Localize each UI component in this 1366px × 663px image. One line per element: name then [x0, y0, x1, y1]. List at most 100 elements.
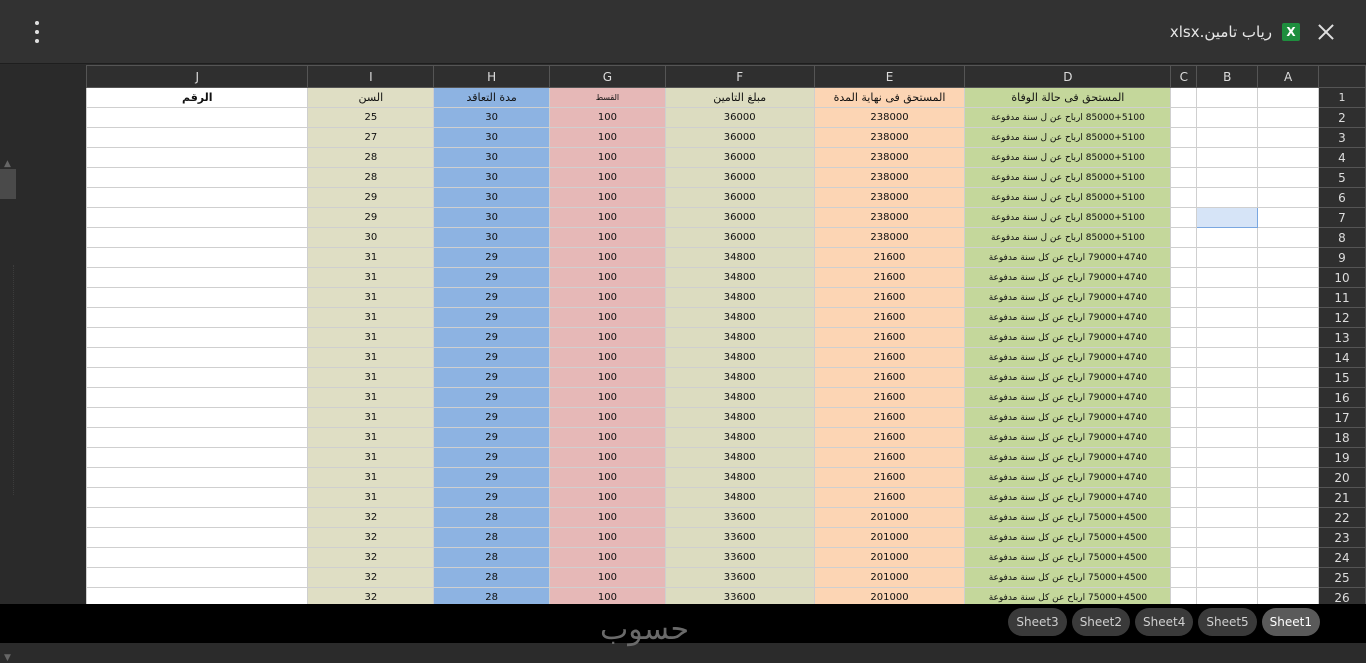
- cell-G23[interactable]: 100: [549, 527, 666, 548]
- cell-F3[interactable]: 36000: [664, 127, 815, 148]
- cell-I20[interactable]: 31: [307, 467, 435, 488]
- cell-E19[interactable]: 21600: [813, 447, 966, 468]
- cell-J6[interactable]: [86, 187, 309, 208]
- cell-C11[interactable]: [1170, 287, 1198, 308]
- cell-C5[interactable]: [1170, 167, 1198, 188]
- cell-J3[interactable]: [86, 127, 309, 148]
- cell-C12[interactable]: [1170, 307, 1198, 328]
- row-header[interactable]: 17: [1318, 407, 1366, 428]
- cell-A9[interactable]: [1257, 247, 1319, 268]
- cell-A26[interactable]: [1257, 587, 1319, 604]
- cell-F6[interactable]: 36000: [664, 187, 815, 208]
- cell-D7[interactable]: 85000+5100 ارباح عن ل سنة مدفوعة: [964, 207, 1172, 228]
- cell-J9[interactable]: [86, 247, 309, 268]
- cell-H15[interactable]: 29: [433, 367, 551, 388]
- cell-G22[interactable]: 100: [549, 507, 666, 528]
- cell-G19[interactable]: 100: [549, 447, 666, 468]
- cell-C23[interactable]: [1170, 527, 1198, 548]
- cell-G20[interactable]: 100: [549, 467, 666, 488]
- cell-F13[interactable]: 34800: [664, 327, 815, 348]
- cell-G12[interactable]: 100: [549, 307, 666, 328]
- cell-C17[interactable]: [1170, 407, 1198, 428]
- row-header[interactable]: 3: [1318, 127, 1366, 148]
- cell-H19[interactable]: 29: [433, 447, 551, 468]
- cell-D8[interactable]: 85000+5100 ارباح عن ل سنة مدفوعة: [964, 227, 1172, 248]
- row-header[interactable]: 15: [1318, 367, 1366, 388]
- cell-J16[interactable]: [86, 387, 309, 408]
- cell-B11[interactable]: [1196, 287, 1259, 308]
- cell-A6[interactable]: [1257, 187, 1319, 208]
- cell-G2[interactable]: 100: [549, 107, 666, 128]
- cell-A5[interactable]: [1257, 167, 1319, 188]
- cell-F7[interactable]: 36000: [664, 207, 815, 228]
- cell-D11[interactable]: 79000+4740 ارباح عن كل سنة مدفوعة: [964, 287, 1172, 308]
- cell-I7[interactable]: 29: [307, 207, 435, 228]
- cell-E9[interactable]: 21600: [813, 247, 966, 268]
- column-header-E[interactable]: E: [813, 65, 966, 88]
- cell-G17[interactable]: 100: [549, 407, 666, 428]
- cell-C16[interactable]: [1170, 387, 1198, 408]
- cell-I4[interactable]: 28: [307, 147, 435, 168]
- cell-C7[interactable]: [1170, 207, 1198, 228]
- cell-B6[interactable]: [1196, 187, 1259, 208]
- cell-F10[interactable]: 34800: [664, 267, 815, 288]
- cell-I15[interactable]: 31: [307, 367, 435, 388]
- row-header[interactable]: 26: [1318, 587, 1366, 604]
- cell-C14[interactable]: [1170, 347, 1198, 368]
- cell-G21[interactable]: 100: [549, 487, 666, 508]
- cell-E1[interactable]: المستحق فى نهاية المدة: [813, 87, 966, 108]
- cell-H4[interactable]: 30: [433, 147, 551, 168]
- cell-G24[interactable]: 100: [549, 547, 666, 568]
- corner-cell[interactable]: [1318, 65, 1366, 88]
- cell-G25[interactable]: 100: [549, 567, 666, 588]
- cell-E23[interactable]: 201000: [813, 527, 966, 548]
- cell-H20[interactable]: 29: [433, 467, 551, 488]
- cell-A19[interactable]: [1257, 447, 1319, 468]
- cell-D5[interactable]: 85000+5100 ارباح عن ل سنة مدفوعة: [964, 167, 1172, 188]
- cell-H8[interactable]: 30: [433, 227, 551, 248]
- cell-H17[interactable]: 29: [433, 407, 551, 428]
- cell-J1[interactable]: الرقم: [86, 87, 309, 108]
- cell-J19[interactable]: [86, 447, 309, 468]
- cell-G7[interactable]: 100: [549, 207, 666, 228]
- row-header[interactable]: 6: [1318, 187, 1366, 208]
- cell-G15[interactable]: 100: [549, 367, 666, 388]
- cell-J15[interactable]: [86, 367, 309, 388]
- cell-B3[interactable]: [1196, 127, 1259, 148]
- cell-D21[interactable]: 79000+4740 ارباح عن كل سنة مدفوعة: [964, 487, 1172, 508]
- cell-G1[interactable]: القسط: [549, 87, 666, 108]
- cell-J11[interactable]: [86, 287, 309, 308]
- cell-B26[interactable]: [1196, 587, 1259, 604]
- row-header[interactable]: 10: [1318, 267, 1366, 288]
- cell-G4[interactable]: 100: [549, 147, 666, 168]
- cell-A1[interactable]: [1257, 87, 1319, 108]
- cell-D18[interactable]: 79000+4740 ارباح عن كل سنة مدفوعة: [964, 427, 1172, 448]
- cell-F18[interactable]: 34800: [664, 427, 815, 448]
- column-header-D[interactable]: D: [964, 65, 1172, 88]
- cell-E24[interactable]: 201000: [813, 547, 966, 568]
- cell-F20[interactable]: 34800: [664, 467, 815, 488]
- cell-I11[interactable]: 31: [307, 287, 435, 308]
- row-header[interactable]: 25: [1318, 567, 1366, 588]
- cell-I12[interactable]: 31: [307, 307, 435, 328]
- cell-F1[interactable]: مبلغ التامين: [664, 87, 815, 108]
- cell-B14[interactable]: [1196, 347, 1259, 368]
- cell-H16[interactable]: 29: [433, 387, 551, 408]
- cell-C26[interactable]: [1170, 587, 1198, 604]
- cell-E16[interactable]: 21600: [813, 387, 966, 408]
- cell-G8[interactable]: 100: [549, 227, 666, 248]
- row-header[interactable]: 12: [1318, 307, 1366, 328]
- cell-H12[interactable]: 29: [433, 307, 551, 328]
- cell-I14[interactable]: 31: [307, 347, 435, 368]
- cell-J24[interactable]: [86, 547, 309, 568]
- cell-I1[interactable]: السن: [307, 87, 435, 108]
- cell-I19[interactable]: 31: [307, 447, 435, 468]
- cell-J18[interactable]: [86, 427, 309, 448]
- more-options-icon[interactable]: [28, 20, 46, 44]
- cell-E17[interactable]: 21600: [813, 407, 966, 428]
- cell-E15[interactable]: 21600: [813, 367, 966, 388]
- cell-A11[interactable]: [1257, 287, 1319, 308]
- cell-D17[interactable]: 79000+4740 ارباح عن كل سنة مدفوعة: [964, 407, 1172, 428]
- cell-B19[interactable]: [1196, 447, 1259, 468]
- row-header[interactable]: 9: [1318, 247, 1366, 268]
